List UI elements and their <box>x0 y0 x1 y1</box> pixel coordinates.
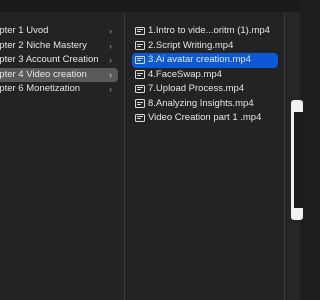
folder-label: apter 3 Account Creation <box>0 54 99 65</box>
file-item-selected[interactable]: 3.Ai avatar creation.mp4 <box>132 53 278 68</box>
chevron-right-icon: › <box>109 84 112 94</box>
video-file-icon <box>135 99 145 108</box>
file-column[interactable]: 1.Intro to vide...oritm (1).mp4 2.Script… <box>125 12 284 300</box>
video-file-icon <box>135 70 145 79</box>
file-item[interactable]: 8.Analyzing Insights.mp4 <box>132 97 278 112</box>
chevron-right-icon: › <box>109 55 112 65</box>
folder-column[interactable]: apter 1 Uvod › apter 2 Niche Mastery › a… <box>0 12 124 300</box>
video-file-icon <box>135 41 145 50</box>
chevron-right-icon: › <box>109 26 112 36</box>
window-top-bar <box>0 0 300 12</box>
file-name: 4.FaceSwap.mp4 <box>148 68 222 80</box>
file-name: 2.Script Writing.mp4 <box>148 39 234 51</box>
file-item[interactable]: 1.Intro to vide...oritm (1).mp4 <box>132 24 278 39</box>
file-name: Video Creation part 1 .mp4 <box>148 112 262 123</box>
folder-item-chapter-2[interactable]: apter 2 Niche Mastery › <box>0 39 118 54</box>
preview-frame <box>294 112 303 208</box>
chevron-right-icon: › <box>109 40 112 51</box>
folder-item-chapter-4[interactable]: apter 4 Video creation › <box>0 67 118 82</box>
folder-label: apter 1 Uvod <box>0 25 49 36</box>
file-preview-thumbnail <box>291 100 303 220</box>
file-name: 1.Intro to vide...oritm (1).mp4 <box>148 25 270 36</box>
video-file-icon <box>135 84 145 93</box>
file-name: 7.Upload Process.mp4 <box>148 83 245 94</box>
folder-item-chapter-1[interactable]: apter 1 Uvod › <box>0 24 118 39</box>
folder-label: apter 4 Video creation <box>0 68 87 80</box>
file-item[interactable]: 2.Script Writing.mp4 <box>132 39 278 54</box>
file-name: 3.Ai avatar creation.mp4 <box>148 54 251 65</box>
chevron-right-icon: › <box>109 69 112 80</box>
folder-item-chapter-6[interactable]: apter 6 Monetization › <box>0 82 118 97</box>
folder-label: apter 6 Monetization <box>0 83 81 94</box>
file-name: 8.Analyzing Insights.mp4 <box>148 97 254 109</box>
folder-label: apter 2 Niche Mastery <box>0 39 87 51</box>
file-item[interactable]: Video Creation part 1 .mp4 <box>132 111 278 126</box>
file-item[interactable]: 7.Upload Process.mp4 <box>132 82 278 97</box>
video-file-icon <box>135 55 145 64</box>
folder-item-chapter-3[interactable]: apter 3 Account Creation › <box>0 53 118 68</box>
video-file-icon <box>135 26 145 35</box>
file-item[interactable]: 4.FaceSwap.mp4 <box>132 68 278 83</box>
video-file-icon <box>135 113 145 122</box>
